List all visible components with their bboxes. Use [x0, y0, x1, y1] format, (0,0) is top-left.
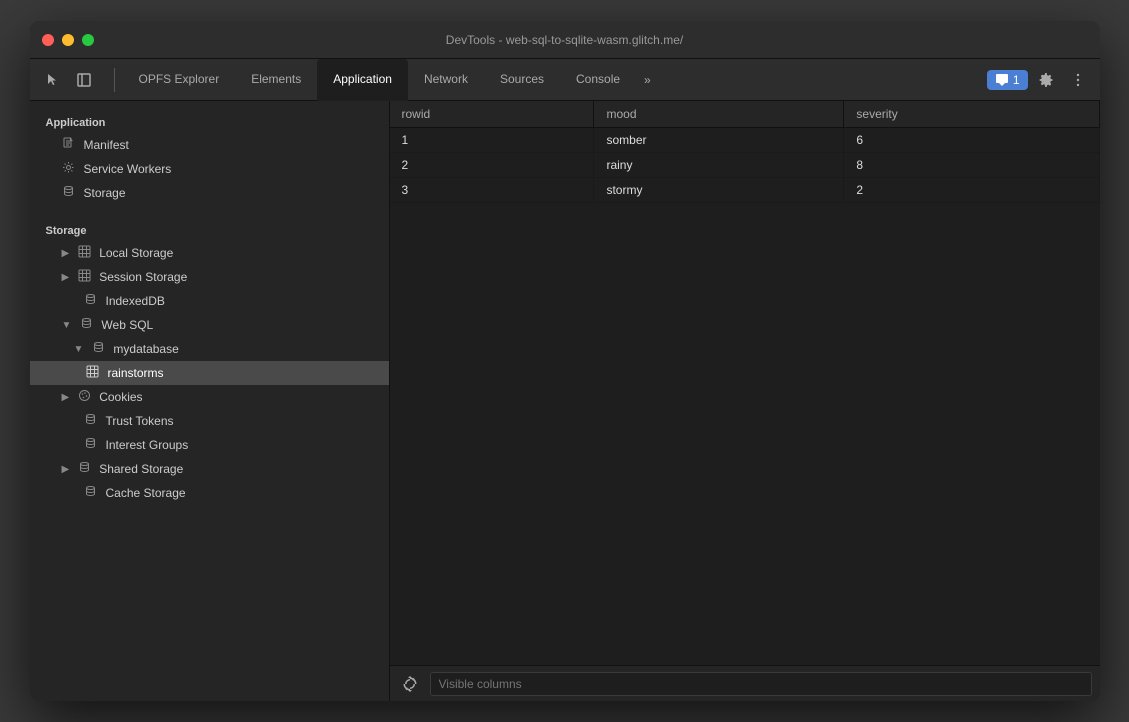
cache-storage-label: Cache Storage — [106, 486, 186, 500]
db-icon-indexed — [84, 293, 98, 309]
cookie-icon — [77, 389, 91, 405]
cell-rowid: 3 — [390, 178, 594, 203]
tab-application[interactable]: Application — [317, 59, 408, 101]
service-workers-label: Service Workers — [84, 162, 172, 176]
refresh-button[interactable] — [398, 672, 422, 696]
db-icon-trust — [84, 413, 98, 429]
cookies-chevron: ▶ — [62, 392, 70, 403]
grid-icon-session — [77, 269, 91, 285]
gear-icon — [62, 161, 76, 177]
db-icon-cache — [84, 485, 98, 501]
cell-rowid: 1 — [390, 128, 594, 153]
web-sql-label: Web SQL — [101, 318, 153, 332]
sidebar-item-service-workers[interactable]: Service Workers — [30, 157, 389, 181]
grid-icon-local — [77, 245, 91, 261]
more-options-button[interactable] — [1064, 66, 1092, 94]
local-storage-chevron: ▶ — [62, 248, 70, 259]
sidebar: Application Manifest — [30, 101, 390, 701]
cursor-icon-button[interactable] — [38, 66, 66, 94]
sidebar-item-web-sql[interactable]: ▼ Web SQL — [30, 313, 389, 337]
trust-tokens-label: Trust Tokens — [106, 414, 174, 428]
sidebar-item-storage[interactable]: Storage — [30, 181, 389, 205]
cookies-label: Cookies — [99, 390, 142, 404]
settings-button[interactable] — [1032, 66, 1060, 94]
tab-network[interactable]: Network — [408, 59, 484, 101]
cell-severity: 2 — [844, 178, 1099, 203]
sidebar-item-rainstorms[interactable]: rainstorms — [30, 361, 389, 385]
sidebar-item-mydatabase[interactable]: ▼ mydatabase — [30, 337, 389, 361]
toolbar-divider — [114, 68, 115, 92]
tab-more-button[interactable]: » — [636, 67, 659, 93]
notification-button[interactable]: 1 — [987, 70, 1028, 90]
rainstorms-label: rainstorms — [108, 366, 164, 380]
window-title: DevTools - web-sql-to-sqlite-wasm.glitch… — [446, 33, 683, 47]
shared-storage-label: Shared Storage — [99, 462, 183, 476]
content-panel: rowid mood severity 1somber62rainy83stor… — [390, 101, 1100, 701]
cell-severity: 8 — [844, 153, 1099, 178]
sidebar-item-manifest[interactable]: Manifest — [30, 133, 389, 157]
col-header-rowid[interactable]: rowid — [390, 101, 594, 128]
table-row[interactable]: 3stormy2 — [390, 178, 1100, 203]
web-sql-chevron: ▼ — [62, 320, 72, 331]
tab-opfs-explorer[interactable]: OPFS Explorer — [123, 59, 236, 101]
visible-columns-input[interactable] — [430, 672, 1092, 696]
interest-groups-label: Interest Groups — [106, 438, 189, 452]
minimize-button[interactable] — [62, 34, 74, 46]
table-row[interactable]: 2rainy8 — [390, 153, 1100, 178]
notification-count: 1 — [1013, 73, 1020, 87]
toolbar: OPFS Explorer Elements Application Netwo… — [30, 59, 1100, 101]
local-storage-label: Local Storage — [99, 246, 173, 260]
app-section-title: Application — [30, 109, 389, 133]
mydatabase-label: mydatabase — [113, 342, 178, 356]
sidebar-item-cache-storage[interactable]: Cache Storage — [30, 481, 389, 505]
devtools-window: DevTools - web-sql-to-sqlite-wasm.glitch… — [30, 21, 1100, 701]
manifest-label: Manifest — [84, 138, 129, 152]
cell-mood: stormy — [594, 178, 844, 203]
tab-elements[interactable]: Elements — [235, 59, 317, 101]
db-icon-mydb — [91, 341, 105, 357]
col-header-severity[interactable]: severity — [844, 101, 1099, 128]
sidebar-item-trust-tokens[interactable]: Trust Tokens — [30, 409, 389, 433]
db-icon-websql — [79, 317, 93, 333]
cell-mood: rainy — [594, 153, 844, 178]
bottom-bar — [390, 665, 1100, 701]
storage-icon — [62, 185, 76, 201]
storage-label: Storage — [84, 186, 126, 200]
sidebar-item-interest-groups[interactable]: Interest Groups — [30, 433, 389, 457]
indexeddb-label: IndexedDB — [106, 294, 165, 308]
cell-rowid: 2 — [390, 153, 594, 178]
main-content: Application Manifest — [30, 101, 1100, 701]
mydatabase-chevron: ▼ — [74, 344, 84, 355]
titlebar: DevTools - web-sql-to-sqlite-wasm.glitch… — [30, 21, 1100, 59]
toolbar-left-icons — [38, 66, 98, 94]
table-row[interactable]: 1somber6 — [390, 128, 1100, 153]
grid-icon-rainstorms — [86, 365, 100, 381]
tab-sources[interactable]: Sources — [484, 59, 560, 101]
traffic-lights — [42, 34, 94, 46]
cell-severity: 6 — [844, 128, 1099, 153]
sidebar-item-local-storage[interactable]: ▶ Local Storage — [30, 241, 389, 265]
dock-icon-button[interactable] — [70, 66, 98, 94]
maximize-button[interactable] — [82, 34, 94, 46]
sidebar-item-shared-storage[interactable]: ▶ Shared Storage — [30, 457, 389, 481]
session-storage-chevron: ▶ — [62, 272, 70, 283]
cell-mood: somber — [594, 128, 844, 153]
shared-storage-chevron: ▶ — [62, 464, 70, 475]
data-table: rowid mood severity 1somber62rainy83stor… — [390, 101, 1100, 203]
sidebar-item-indexeddb[interactable]: IndexedDB — [30, 289, 389, 313]
table-wrapper: rowid mood severity 1somber62rainy83stor… — [390, 101, 1100, 665]
tab-console[interactable]: Console — [560, 59, 636, 101]
doc-icon — [62, 137, 76, 153]
session-storage-label: Session Storage — [99, 270, 187, 284]
db-icon-shared — [77, 461, 91, 477]
db-icon-interest — [84, 437, 98, 453]
sidebar-item-session-storage[interactable]: ▶ Session Storage — [30, 265, 389, 289]
close-button[interactable] — [42, 34, 54, 46]
sidebar-item-cookies[interactable]: ▶ Cookies — [30, 385, 389, 409]
tab-bar: OPFS Explorer Elements Application Netwo… — [123, 59, 987, 101]
storage-section-title: Storage — [30, 217, 389, 241]
toolbar-right: 1 — [987, 66, 1092, 94]
col-header-mood[interactable]: mood — [594, 101, 844, 128]
